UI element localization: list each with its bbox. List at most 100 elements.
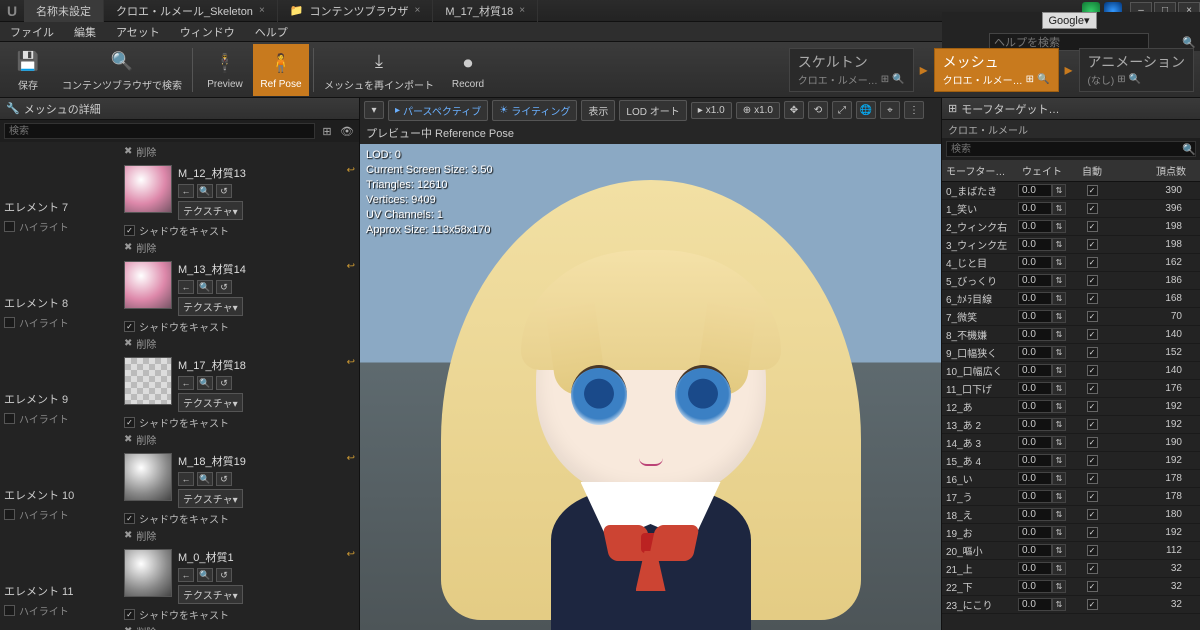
morph-weight-spinner[interactable]: 0.0⇅ <box>1018 274 1072 287</box>
browse-icon[interactable]: 🔍 <box>197 472 213 486</box>
transform-move-icon[interactable]: ✥ <box>784 101 804 119</box>
revert-icon[interactable]: ↩ <box>347 165 355 220</box>
morph-weight-spinner[interactable]: 0.0⇅ <box>1018 346 1072 359</box>
morph-weight-spinner[interactable]: 0.0⇅ <box>1018 544 1072 557</box>
use-arrow-icon[interactable]: ← <box>178 376 194 390</box>
morph-auto-checkbox[interactable] <box>1087 545 1098 556</box>
highlight-checkbox[interactable]: ハイライト <box>4 507 116 522</box>
title-tab[interactable]: 名称未設定 <box>24 0 104 22</box>
spinner-arrows-icon[interactable]: ⇅ <box>1052 238 1066 251</box>
morph-weight-spinner[interactable]: 0.0⇅ <box>1018 400 1072 413</box>
save-button[interactable]: 💾保存 <box>0 44 56 96</box>
material-thumbnail[interactable] <box>124 453 172 501</box>
texture-dropdown[interactable]: テクスチャ▾ <box>178 585 243 604</box>
morph-search-input[interactable] <box>946 141 1196 157</box>
viewport-options-icon[interactable]: ⋮ <box>904 101 924 119</box>
spinner-arrows-icon[interactable]: ⇅ <box>1052 256 1066 269</box>
use-arrow-icon[interactable]: ← <box>178 280 194 294</box>
browse-icon[interactable]: 🔍 <box>197 184 213 198</box>
x-icon[interactable]: ✖ <box>124 146 132 157</box>
spinner-arrows-icon[interactable]: ⇅ <box>1052 562 1066 575</box>
morph-auto-checkbox[interactable] <box>1087 221 1098 232</box>
close-tab-icon[interactable]: × <box>414 5 420 16</box>
highlight-checkbox[interactable]: ハイライト <box>4 219 116 234</box>
reset-icon[interactable]: ↺ <box>216 184 232 198</box>
morph-weight-spinner[interactable]: 0.0⇅ <box>1018 562 1072 575</box>
morph-auto-checkbox[interactable] <box>1087 257 1098 268</box>
material-thumbnail[interactable] <box>124 165 172 213</box>
menu-item[interactable]: ウィンドウ <box>170 24 245 40</box>
reimport-button[interactable]: ⤓メッシュを再インポート <box>318 44 440 96</box>
show-button[interactable]: 表示 <box>581 100 615 121</box>
spinner-arrows-icon[interactable]: ⇅ <box>1052 436 1066 449</box>
playback-speed-2[interactable]: ⊕ x1.0 <box>736 102 780 119</box>
record-button[interactable]: ⏺Record <box>440 44 496 96</box>
texture-dropdown[interactable]: テクスチャ▾ <box>178 489 243 508</box>
morph-auto-checkbox[interactable] <box>1087 383 1098 394</box>
browse-icon[interactable]: 🔍 <box>197 568 213 582</box>
camera-icon[interactable]: ⌖ <box>880 101 900 119</box>
spinner-arrows-icon[interactable]: ⇅ <box>1052 202 1066 215</box>
spinner-arrows-icon[interactable]: ⇅ <box>1052 454 1066 467</box>
spinner-arrows-icon[interactable]: ⇅ <box>1052 220 1066 233</box>
morph-weight-spinner[interactable]: 0.0⇅ <box>1018 238 1072 251</box>
spinner-arrows-icon[interactable]: ⇅ <box>1052 184 1066 197</box>
cast-shadow-checkbox[interactable] <box>124 417 135 428</box>
material-thumbnail[interactable] <box>124 549 172 597</box>
mode-tab[interactable]: スケルトンクロエ・ルメー… ⊞ 🔍 <box>789 48 914 92</box>
spinner-arrows-icon[interactable]: ⇅ <box>1052 274 1066 287</box>
close-tab-icon[interactable]: × <box>519 5 525 16</box>
x-icon[interactable]: ✖ <box>124 626 132 630</box>
reset-icon[interactable]: ↺ <box>216 472 232 486</box>
reset-icon[interactable]: ↺ <box>216 376 232 390</box>
title-tab[interactable]: クロエ・ルメール_Skeleton× <box>104 0 278 22</box>
close-tab-icon[interactable]: × <box>259 5 265 16</box>
cast-shadow-checkbox[interactable] <box>124 321 135 332</box>
reset-icon[interactable]: ↺ <box>216 568 232 582</box>
morph-weight-spinner[interactable]: 0.0⇅ <box>1018 580 1072 593</box>
cast-shadow-checkbox[interactable] <box>124 513 135 524</box>
spinner-arrows-icon[interactable]: ⇅ <box>1052 346 1066 359</box>
transform-scale-icon[interactable]: ⤢ <box>832 101 852 119</box>
perspective-button[interactable]: ▸ パースペクティブ <box>388 100 488 121</box>
title-tab[interactable]: M_17_材質18× <box>433 0 538 22</box>
morph-auto-checkbox[interactable] <box>1087 329 1098 340</box>
mode-tab[interactable]: メッシュクロエ・ルメー… ⊞ 🔍 <box>934 48 1059 92</box>
spinner-arrows-icon[interactable]: ⇅ <box>1052 490 1066 503</box>
highlight-checkbox[interactable]: ハイライト <box>4 315 116 330</box>
morph-auto-checkbox[interactable] <box>1087 401 1098 412</box>
morph-auto-checkbox[interactable] <box>1087 455 1098 466</box>
morph-weight-spinner[interactable]: 0.0⇅ <box>1018 418 1072 431</box>
spinner-arrows-icon[interactable]: ⇅ <box>1052 472 1066 485</box>
spinner-arrows-icon[interactable]: ⇅ <box>1052 364 1066 377</box>
highlight-checkbox[interactable]: ハイライト <box>4 603 116 618</box>
morph-weight-spinner[interactable]: 0.0⇅ <box>1018 328 1072 341</box>
menu-item[interactable]: ヘルプ <box>245 24 298 40</box>
morph-auto-checkbox[interactable] <box>1087 491 1098 502</box>
menu-item[interactable]: 編集 <box>64 24 106 40</box>
x-icon[interactable]: ✖ <box>124 338 132 349</box>
preview-button[interactable]: 🕴Preview <box>197 44 253 96</box>
morph-weight-spinner[interactable]: 0.0⇅ <box>1018 454 1072 467</box>
menu-item[interactable]: ファイル <box>0 24 64 40</box>
morph-auto-checkbox[interactable] <box>1087 311 1098 322</box>
cast-shadow-checkbox[interactable] <box>124 225 135 236</box>
morph-weight-spinner[interactable]: 0.0⇅ <box>1018 508 1072 521</box>
morph-weight-spinner[interactable]: 0.0⇅ <box>1018 256 1072 269</box>
morph-weight-spinner[interactable]: 0.0⇅ <box>1018 220 1072 233</box>
texture-dropdown[interactable]: テクスチャ▾ <box>178 393 243 412</box>
morph-auto-checkbox[interactable] <box>1087 239 1098 250</box>
morph-auto-checkbox[interactable] <box>1087 527 1098 538</box>
lod-button[interactable]: LOD オート <box>619 100 686 121</box>
browse-icon[interactable]: 🔍 <box>197 280 213 294</box>
morph-auto-checkbox[interactable] <box>1087 293 1098 304</box>
use-arrow-icon[interactable]: ← <box>178 184 194 198</box>
revert-icon[interactable]: ↩ <box>347 357 355 412</box>
morph-auto-checkbox[interactable] <box>1087 347 1098 358</box>
morph-auto-checkbox[interactable] <box>1087 275 1098 286</box>
spinner-arrows-icon[interactable]: ⇅ <box>1052 382 1066 395</box>
eye-icon[interactable]: 👁 <box>339 123 355 139</box>
spinner-arrows-icon[interactable]: ⇅ <box>1052 310 1066 323</box>
morph-weight-spinner[interactable]: 0.0⇅ <box>1018 472 1072 485</box>
cast-shadow-checkbox[interactable] <box>124 609 135 620</box>
